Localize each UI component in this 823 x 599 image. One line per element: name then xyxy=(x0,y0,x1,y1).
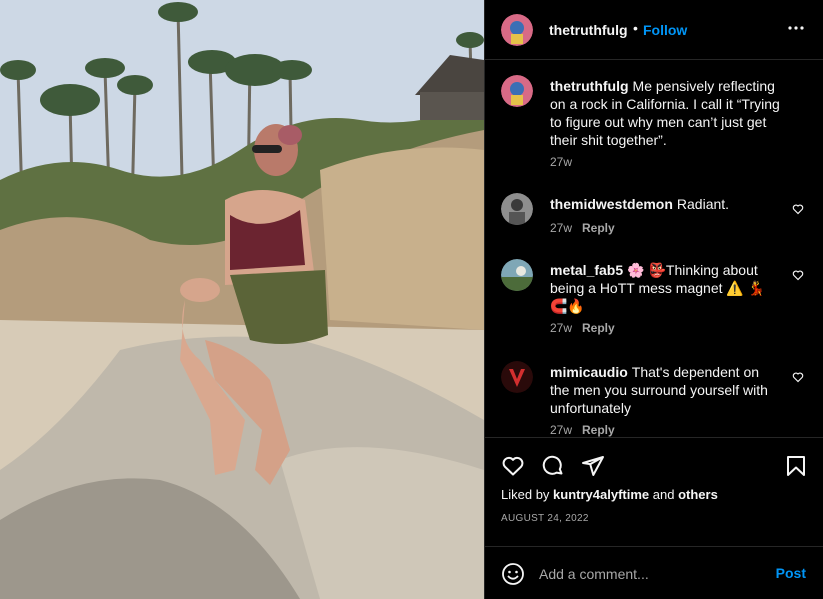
comment-username[interactable]: mimicaudio xyxy=(550,364,628,380)
comment-bubble-icon[interactable] xyxy=(541,454,565,478)
post-date[interactable]: AUGUST 24, 2022 xyxy=(501,513,589,524)
comment-text: themidwestdemon Radiant. xyxy=(550,195,782,213)
share-paper-plane-icon[interactable] xyxy=(581,454,605,478)
liked-others-link[interactable]: others xyxy=(678,487,718,502)
follow-button[interactable]: Follow xyxy=(643,22,687,38)
separator-dot: • xyxy=(633,20,638,36)
comment-row: mimicaudio That's dependent on the men yo… xyxy=(501,361,808,437)
comments-list[interactable]: thetruthfulg Me pensively reflecting on a… xyxy=(485,61,823,437)
author-username[interactable]: thetruthfulg xyxy=(549,22,628,38)
comment-text: mimicaudio That's dependent on the men yo… xyxy=(550,363,782,417)
commenter-avatar[interactable] xyxy=(501,193,533,225)
save-bookmark-icon[interactable] xyxy=(784,454,808,478)
caption-username[interactable]: thetruthfulg xyxy=(550,78,629,94)
comment-row: metal_fab5 🌸 👺Thinking about being a HoTT… xyxy=(501,259,808,345)
post-actions: Liked by kuntry4alyftime and others AUGU… xyxy=(485,437,823,547)
liked-and: and xyxy=(652,487,675,502)
comment-username[interactable]: themidwestdemon xyxy=(550,196,673,212)
liked-by-text: Liked by kuntry4alyftime and others xyxy=(501,487,718,502)
comment-text: metal_fab5 🌸 👺Thinking about being a HoTT… xyxy=(550,261,782,315)
comment-body: Radiant. xyxy=(676,196,730,212)
post-header: thetruthfulg • Follow xyxy=(485,0,823,60)
liked-user-link[interactable]: kuntry4alyftime xyxy=(553,487,649,502)
add-comment-bar: Post xyxy=(485,548,823,599)
like-comment-heart-icon[interactable] xyxy=(792,371,804,383)
reply-button[interactable]: Reply xyxy=(582,423,615,437)
caption-text: thetruthfulg Me pensively reflecting on a… xyxy=(550,77,782,149)
comment-row: themidwestdemon Radiant. 27w Reply xyxy=(501,193,808,243)
post-details-panel: thetruthfulg • Follow thetruthfulg Me pen… xyxy=(484,0,823,599)
comment-meta: 27w Reply xyxy=(550,221,615,235)
author-avatar[interactable] xyxy=(501,75,533,107)
more-horizontal-icon[interactable] xyxy=(784,16,808,40)
liked-prefix: Liked by xyxy=(501,487,550,502)
add-comment-input[interactable] xyxy=(539,565,759,583)
reply-button[interactable]: Reply xyxy=(582,321,615,335)
emoji-icon[interactable] xyxy=(501,562,525,586)
beach-photo-illustration xyxy=(0,0,484,599)
comment-time[interactable]: 27w xyxy=(550,221,572,235)
caption-meta: 27w xyxy=(550,155,572,169)
caption-time[interactable]: 27w xyxy=(550,155,572,169)
like-heart-icon[interactable] xyxy=(501,454,525,478)
caption-row: thetruthfulg Me pensively reflecting on a… xyxy=(501,75,808,175)
post-comment-button[interactable]: Post xyxy=(776,565,806,581)
comment-time[interactable]: 27w xyxy=(550,423,572,437)
reply-button[interactable]: Reply xyxy=(582,221,615,235)
comment-meta: 27w Reply xyxy=(550,423,615,437)
comment-time[interactable]: 27w xyxy=(550,321,572,335)
comment-username[interactable]: metal_fab5 xyxy=(550,262,623,278)
commenter-avatar[interactable] xyxy=(501,259,533,291)
like-comment-heart-icon[interactable] xyxy=(792,269,804,281)
like-comment-heart-icon[interactable] xyxy=(792,203,804,215)
author-avatar[interactable] xyxy=(501,14,533,46)
post-photo[interactable] xyxy=(0,0,484,599)
commenter-avatar[interactable] xyxy=(501,361,533,393)
comment-meta: 27w Reply xyxy=(550,321,615,335)
